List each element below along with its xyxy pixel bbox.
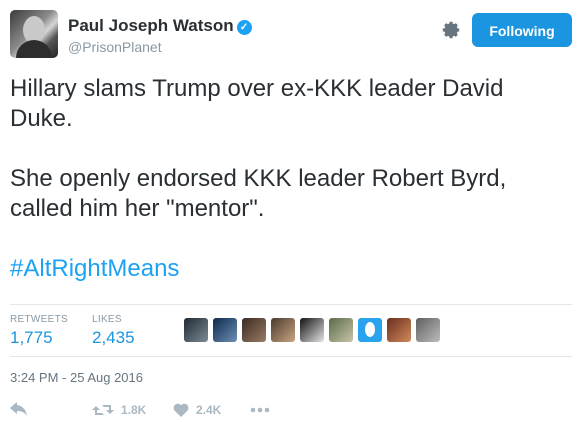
like-count: 2.4K (196, 403, 222, 417)
retweets-value: 1,775 (10, 328, 53, 347)
likes-stat[interactable]: LIKES 2,435 (92, 314, 135, 348)
following-button[interactable]: Following (472, 13, 572, 47)
more-button[interactable] (250, 400, 270, 420)
tweet-actions: 1.8K 2.4K (10, 400, 310, 420)
likes-label: LIKES (92, 314, 122, 325)
liker-avatar[interactable] (242, 318, 266, 342)
liker-avatar[interactable] (416, 318, 440, 342)
avatar[interactable] (10, 10, 58, 58)
tweet-timestamp[interactable]: 3:24 PM - 25 Aug 2016 (10, 370, 143, 385)
tweet-text: Hillary slams Trump over ex-KKK leader D… (10, 74, 572, 284)
liker-avatar[interactable] (329, 318, 353, 342)
liker-avatar[interactable] (300, 318, 324, 342)
retweet-icon (92, 405, 114, 415)
liker-avatar[interactable] (271, 318, 295, 342)
liker-avatar[interactable] (184, 318, 208, 342)
retweet-button[interactable]: 1.8K (92, 400, 146, 420)
retweet-count: 1.8K (121, 403, 147, 417)
stats-top-divider (10, 304, 572, 305)
author-handle[interactable]: @PrisonPlanet (68, 39, 162, 55)
like-button[interactable]: 2.4K (173, 400, 221, 420)
reply-button[interactable] (10, 400, 28, 420)
liker-avatar-default[interactable] (358, 318, 382, 342)
reply-icon (10, 402, 27, 416)
retweets-stat[interactable]: RETWEETS 1,775 (10, 314, 68, 348)
stats-bottom-divider (10, 356, 572, 357)
author-name-row[interactable]: Paul Joseph Watson ✓ (68, 16, 252, 36)
retweets-label: RETWEETS (10, 314, 68, 325)
liker-avatar[interactable] (213, 318, 237, 342)
tweet-header: Paul Joseph Watson ✓ @PrisonPlanet Follow… (10, 10, 572, 62)
likes-value: 2,435 (92, 328, 135, 347)
heart-icon (173, 403, 189, 417)
avatar-body (16, 40, 52, 58)
author-name[interactable]: Paul Joseph Watson (68, 16, 234, 35)
tweet-paragraph-2: She openly endorsed KKK leader Robert By… (10, 165, 507, 222)
hashtag-link[interactable]: #AltRightMeans (10, 254, 572, 284)
tweet-paragraph-1: Hillary slams Trump over ex-KKK leader D… (10, 75, 504, 132)
liker-avatar[interactable] (387, 318, 411, 342)
egg-icon (365, 322, 375, 337)
gear-icon[interactable] (440, 19, 462, 41)
more-icon (250, 407, 270, 413)
verified-icon: ✓ (236, 20, 252, 35)
